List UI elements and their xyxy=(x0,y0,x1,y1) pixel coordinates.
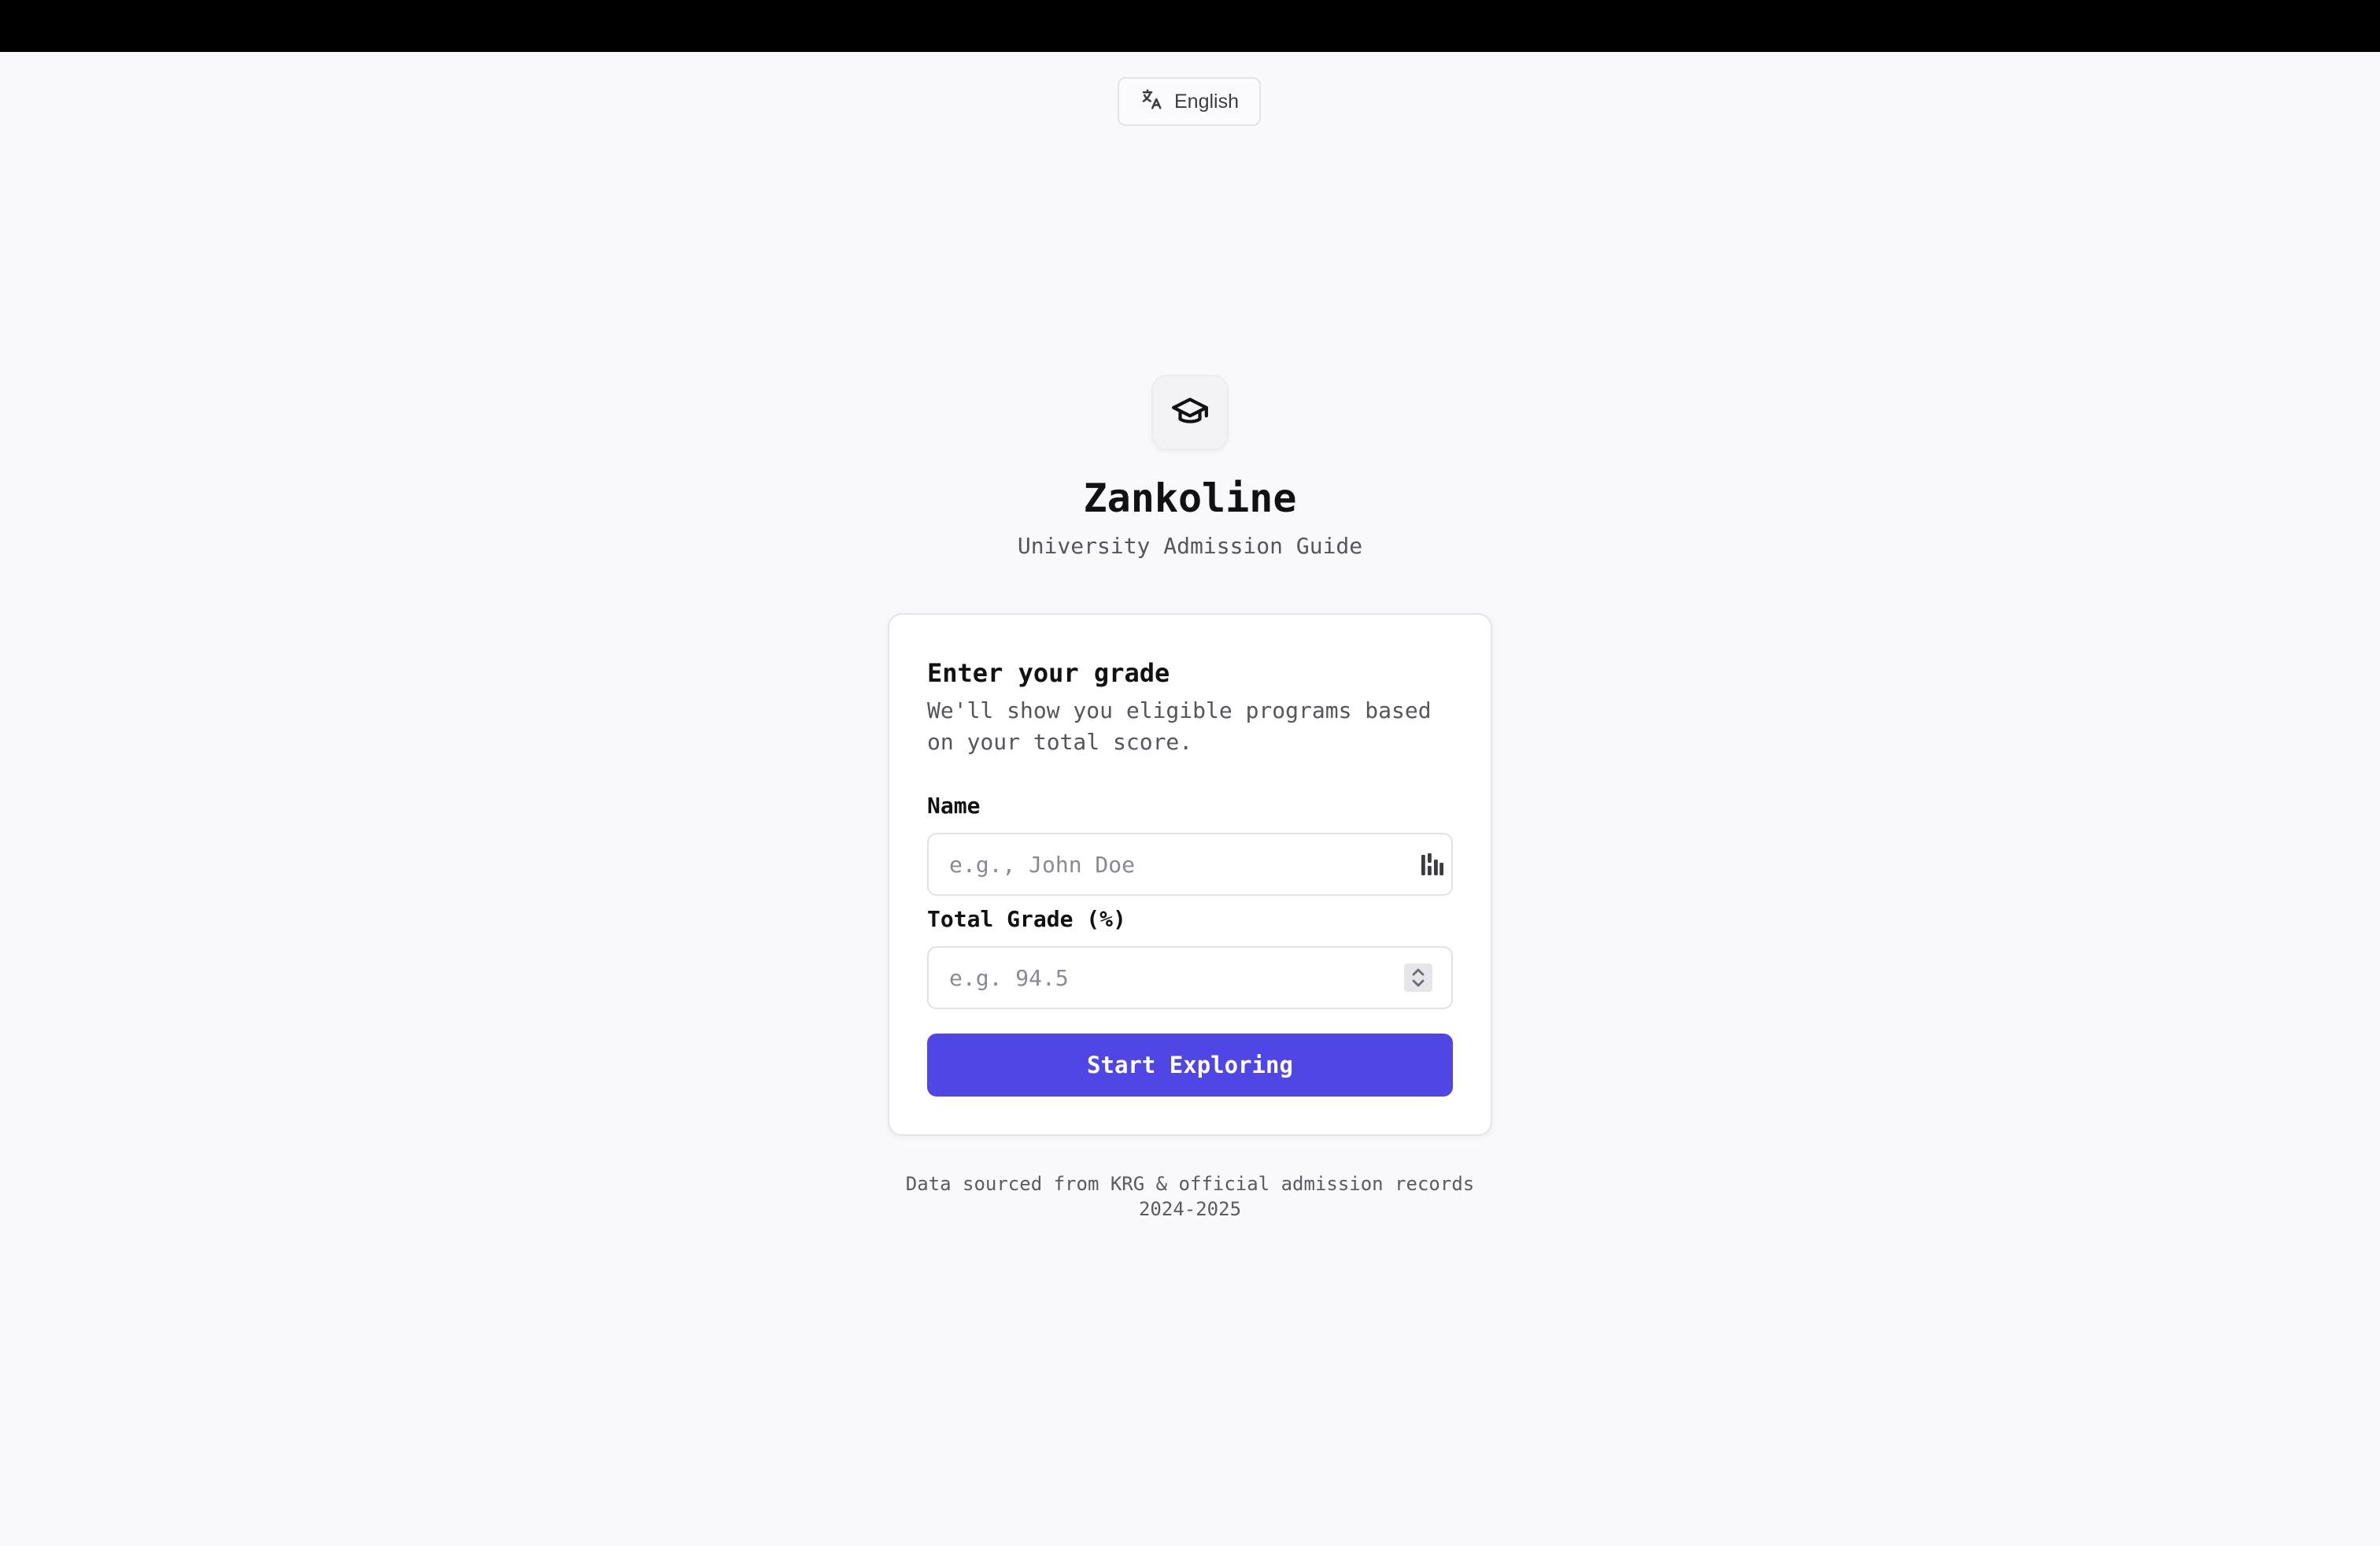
app-title: Zankoline xyxy=(1083,475,1297,521)
name-label: Name xyxy=(927,793,981,819)
number-stepper-icon[interactable] xyxy=(1404,963,1432,992)
start-exploring-button[interactable]: Start Exploring xyxy=(927,1034,1453,1097)
autofill-icon[interactable] xyxy=(1421,853,1443,877)
translate-icon xyxy=(1140,87,1163,117)
grade-input[interactable] xyxy=(929,948,1451,1008)
language-switcher-button[interactable]: English xyxy=(1118,77,1261,126)
grade-label: Total Grade (%) xyxy=(927,906,1126,932)
name-input[interactable] xyxy=(929,834,1451,894)
app-logo xyxy=(1151,375,1229,450)
grade-form-card: Enter your grade We'll show you eligible… xyxy=(888,613,1492,1136)
form-title: Enter your grade xyxy=(927,658,1170,688)
app-subtitle: University Admission Guide xyxy=(1017,533,1363,559)
language-label: English xyxy=(1174,90,1239,113)
top-bar xyxy=(0,0,2380,52)
grade-input-wrapper xyxy=(927,946,1453,1009)
graduation-cap-icon xyxy=(1170,391,1210,434)
form-description: We'll show you eligible programs based o… xyxy=(927,697,1432,755)
data-source-line: Data sourced from KRG & official admissi… xyxy=(905,1173,1475,1195)
data-source-years: 2024-2025 xyxy=(1138,1198,1242,1220)
data-source-note: Data sourced from KRG & official admissi… xyxy=(0,1171,2380,1222)
name-input-wrapper xyxy=(927,833,1453,896)
